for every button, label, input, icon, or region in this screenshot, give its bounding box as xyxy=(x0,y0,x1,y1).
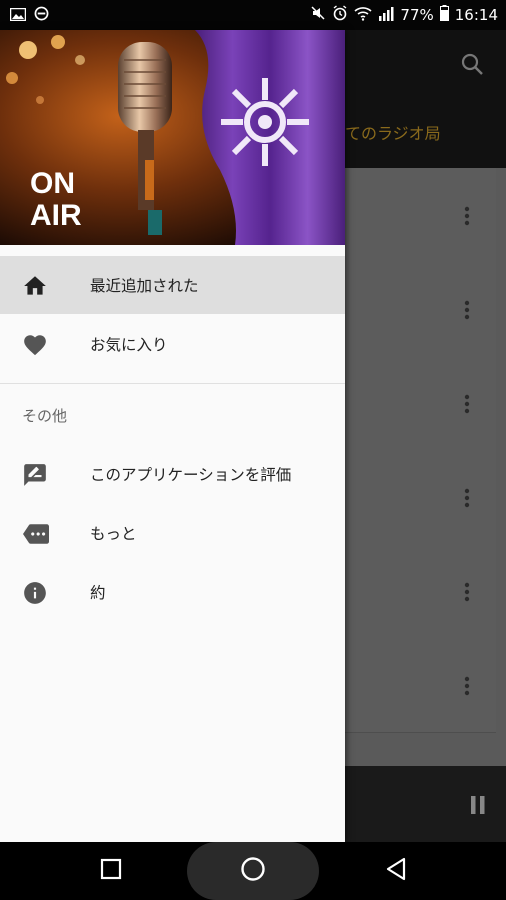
recent-apps-button[interactable] xyxy=(81,842,141,900)
overflow-menu-icon[interactable] xyxy=(464,300,470,324)
wifi-icon xyxy=(354,6,372,25)
overflow-menu-icon[interactable] xyxy=(464,206,470,230)
drawer-item-recently-added[interactable]: 最近追加された xyxy=(0,256,345,314)
back-button[interactable] xyxy=(366,842,426,900)
on-air-label: ON AIR xyxy=(30,167,82,232)
clock-time: 16:14 xyxy=(454,6,498,24)
drawer-item-label: お気に入り xyxy=(90,336,168,354)
recent-apps-icon xyxy=(100,858,122,884)
minus-circle-icon xyxy=(34,6,49,25)
drawer-item-label: 約 xyxy=(90,584,106,602)
signal-icon xyxy=(378,6,394,25)
navigation-drawer: ON AIR 最近追加された お気に入り その他 このアプリケーションを評価 も… xyxy=(0,30,345,842)
search-icon[interactable] xyxy=(460,52,484,80)
drawer-item-more[interactable]: もっと xyxy=(0,504,345,562)
status-bar: 77% 16:14 xyxy=(0,0,506,30)
tab-all-stations[interactable]: てのラジオ局 xyxy=(345,120,441,144)
battery-icon xyxy=(439,5,449,25)
overflow-menu-icon[interactable] xyxy=(464,582,470,606)
home-circle-icon xyxy=(240,856,266,886)
image-icon xyxy=(9,7,27,25)
drawer-item-label: もっと xyxy=(90,525,137,543)
overflow-menu-icon[interactable] xyxy=(464,676,470,700)
overflow-menu-icon[interactable] xyxy=(464,488,470,512)
info-icon xyxy=(22,580,48,606)
back-icon xyxy=(385,857,407,885)
drawer-divider xyxy=(0,383,345,384)
home-icon xyxy=(22,273,48,299)
section-header-other: その他 xyxy=(22,407,68,425)
drawer-header-image: ON AIR xyxy=(0,30,345,245)
drawer-item-label: このアプリケーションを評価 xyxy=(90,466,292,484)
drawer-item-favorites[interactable]: お気に入り xyxy=(0,315,345,373)
drawer-item-about[interactable]: 約 xyxy=(0,563,345,621)
home-button[interactable] xyxy=(223,842,283,900)
overflow-menu-icon[interactable] xyxy=(464,394,470,418)
heart-icon xyxy=(22,332,48,358)
drawer-item-rate-app[interactable]: このアプリケーションを評価 xyxy=(0,445,345,503)
pause-icon[interactable] xyxy=(470,796,486,818)
mute-icon xyxy=(310,5,326,25)
alarm-icon xyxy=(332,5,348,25)
rate-review-icon xyxy=(22,462,48,488)
drawer-item-label: 最近追加された xyxy=(90,277,199,295)
more-label-icon xyxy=(22,521,49,547)
system-navigation-bar xyxy=(0,842,506,900)
battery-percentage: 77% xyxy=(400,6,434,24)
